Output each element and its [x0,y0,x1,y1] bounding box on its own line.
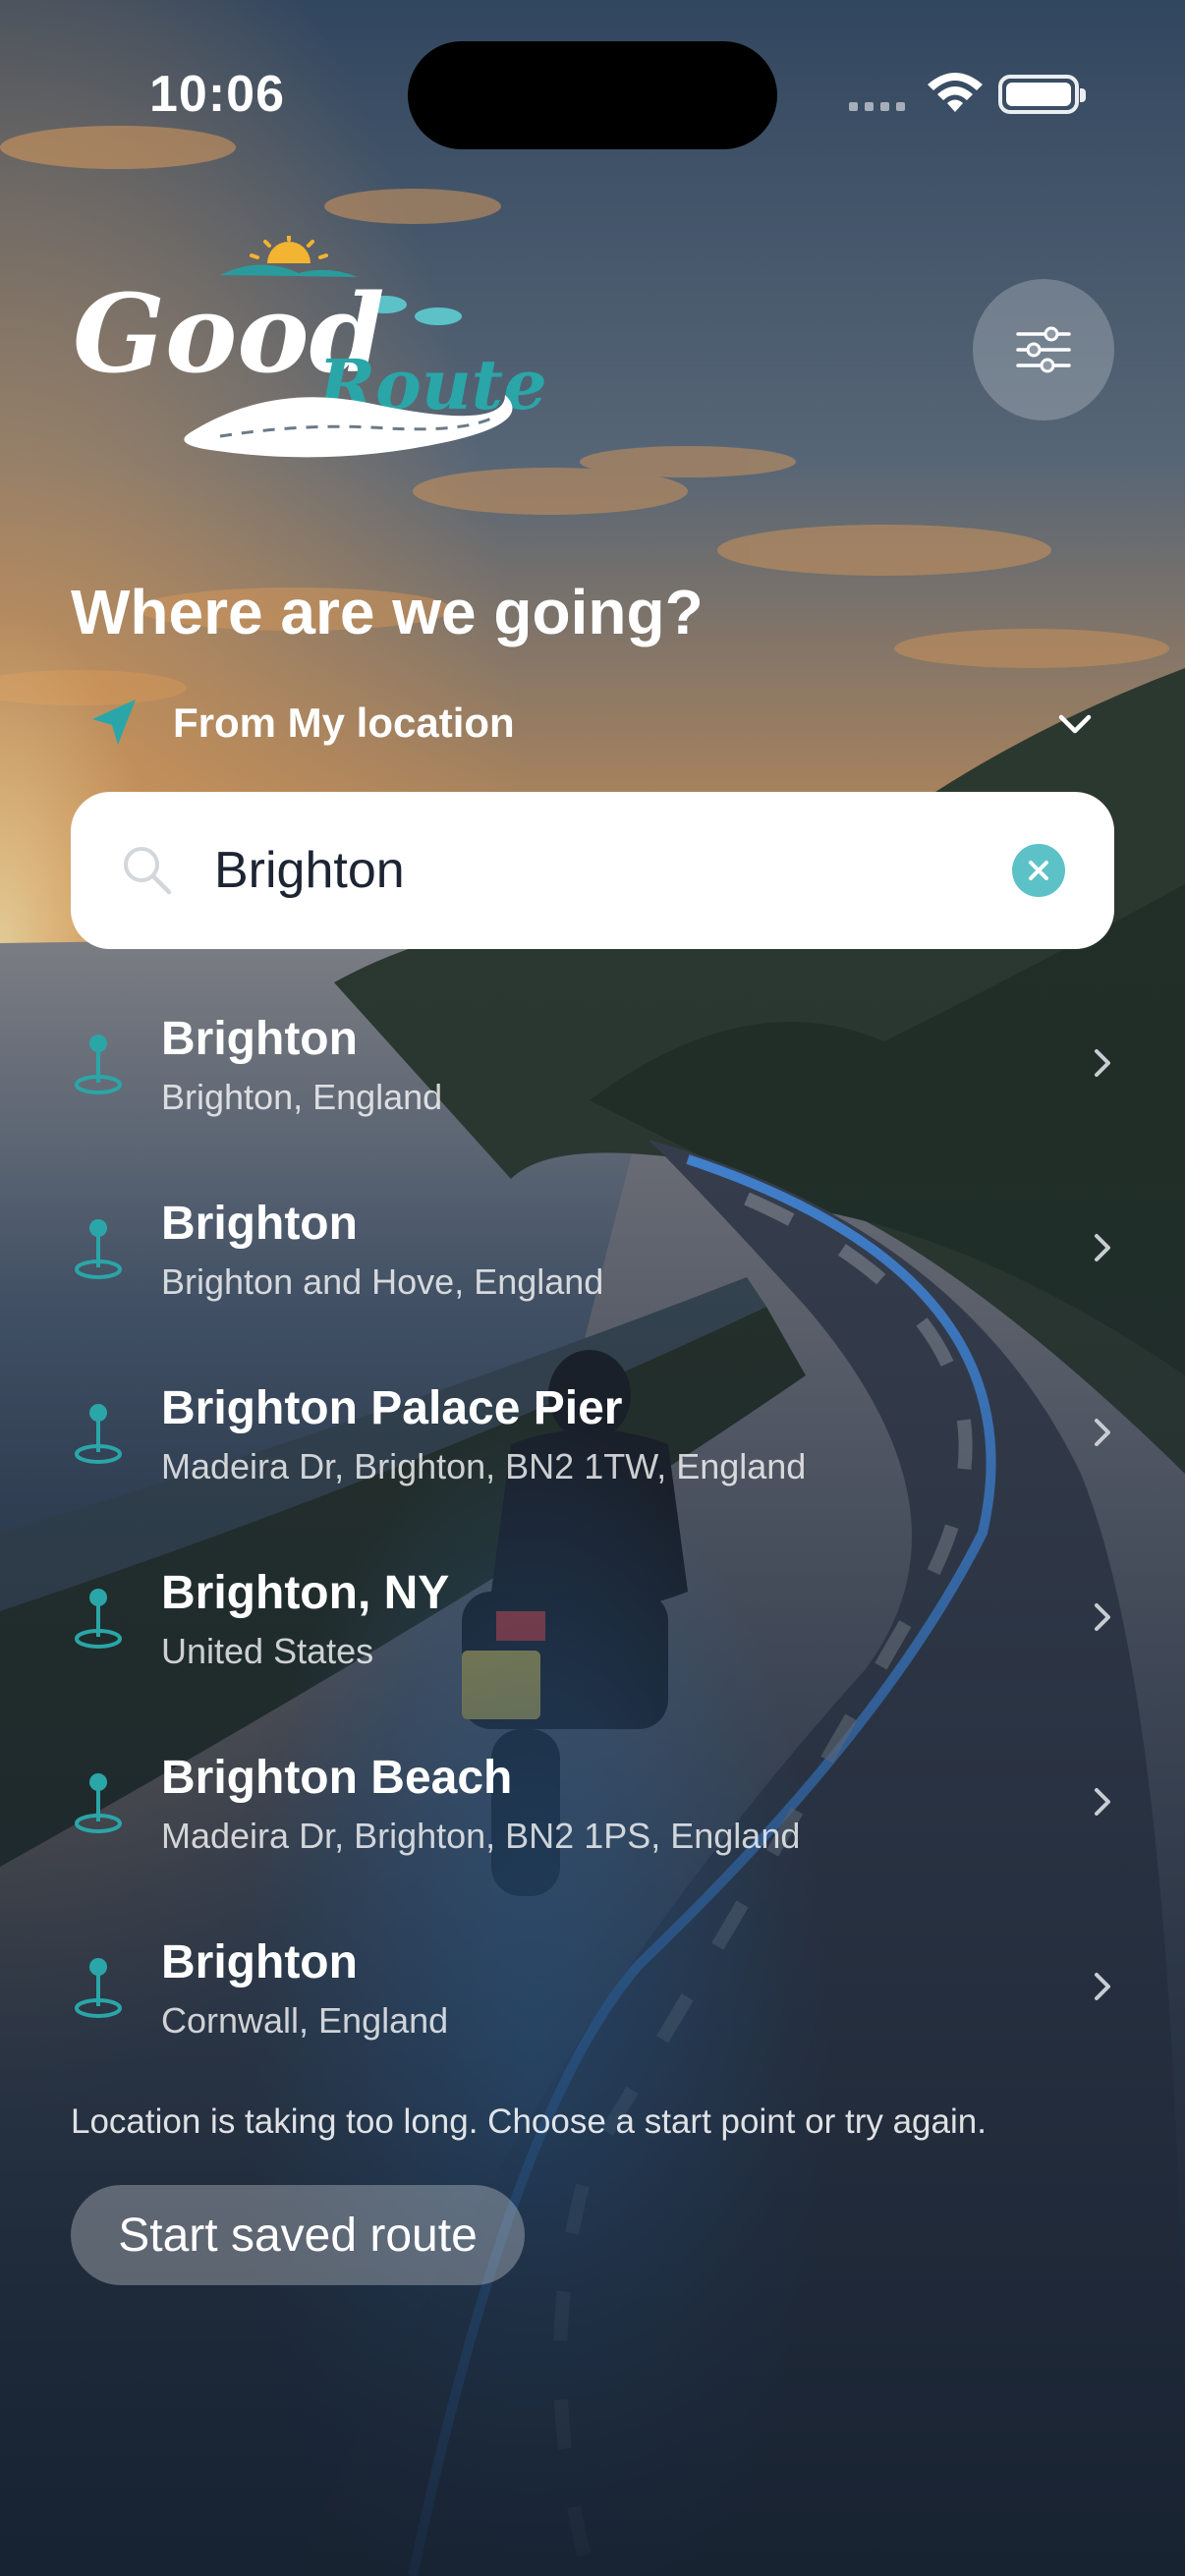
result-item[interactable]: Brighton Brighton and Hove, England [0,1167,1185,1352]
page-title: Where are we going? [71,577,704,647]
result-title: Brighton Palace Pier [161,1382,623,1434]
sliders-icon [1016,326,1071,373]
chevron-right-icon [1095,1603,1110,1631]
cellular-signal-icon [849,102,905,111]
result-subtitle: Cornwall, England [161,2000,449,2041]
result-title: Brighton Beach [161,1752,513,1804]
navigation-arrow-icon [92,700,136,745]
result-item[interactable]: Brighton, NY United States [0,1537,1185,1721]
chevron-right-icon [1095,1234,1110,1261]
map-pin-icon [75,1035,122,1094]
result-title: Brighton [161,1013,358,1065]
chevron-right-icon [1095,1419,1110,1446]
location-timeout-notice: Location is taking too long. Choose a st… [71,2102,987,2141]
dynamic-island [408,41,777,149]
search-bar [71,792,1114,949]
result-subtitle: Madeira Dr, Brighton, BN2 1TW, England [161,1446,807,1486]
battery-icon [998,75,1086,114]
start-saved-route-button[interactable]: Start saved route [71,2185,525,2285]
origin-label: From My location [173,700,515,746]
map-pin-icon [75,1958,122,2018]
map-pin-icon [75,1589,122,1649]
map-pin-icon [75,1219,122,1279]
status-bar: 10:06 [0,0,1185,187]
result-item[interactable]: Brighton Cornwall, England [0,1906,1185,2091]
chevron-right-icon [1095,1973,1110,2000]
result-subtitle: Brighton, England [161,1077,443,1117]
filter-settings-button[interactable] [973,279,1114,420]
result-subtitle: Brighton and Hove, England [161,1261,604,1302]
result-title: Brighton [161,1198,358,1250]
search-input[interactable] [214,841,1012,900]
result-subtitle: United States [161,1631,374,1671]
chevron-down-icon [1058,714,1092,734]
map-pin-icon [75,1773,122,1833]
result-title: Brighton [161,1936,358,1988]
result-item[interactable]: Brighton Brighton, England [0,982,1185,1167]
clear-search-button[interactable] [1012,844,1065,897]
result-title: Brighton, NY [161,1567,450,1619]
search-icon [124,847,172,895]
chevron-right-icon [1095,1788,1110,1816]
result-subtitle: Madeira Dr, Brighton, BN2 1PS, England [161,1816,801,1856]
wifi-icon [928,73,983,112]
map-pin-icon [75,1404,122,1464]
result-item[interactable]: Brighton Beach Madeira Dr, Brighton, BN2… [0,1721,1185,1906]
good-route-logo: Good Route [73,234,547,472]
origin-selector[interactable]: From My location [71,688,1114,758]
search-results-list: Brighton Brighton, England Brighton Brig… [0,982,1185,2091]
status-time: 10:06 [149,66,285,123]
result-item[interactable]: Brighton Palace Pier Madeira Dr, Brighto… [0,1352,1185,1537]
close-icon [1029,861,1048,880]
chevron-right-icon [1095,1049,1110,1077]
